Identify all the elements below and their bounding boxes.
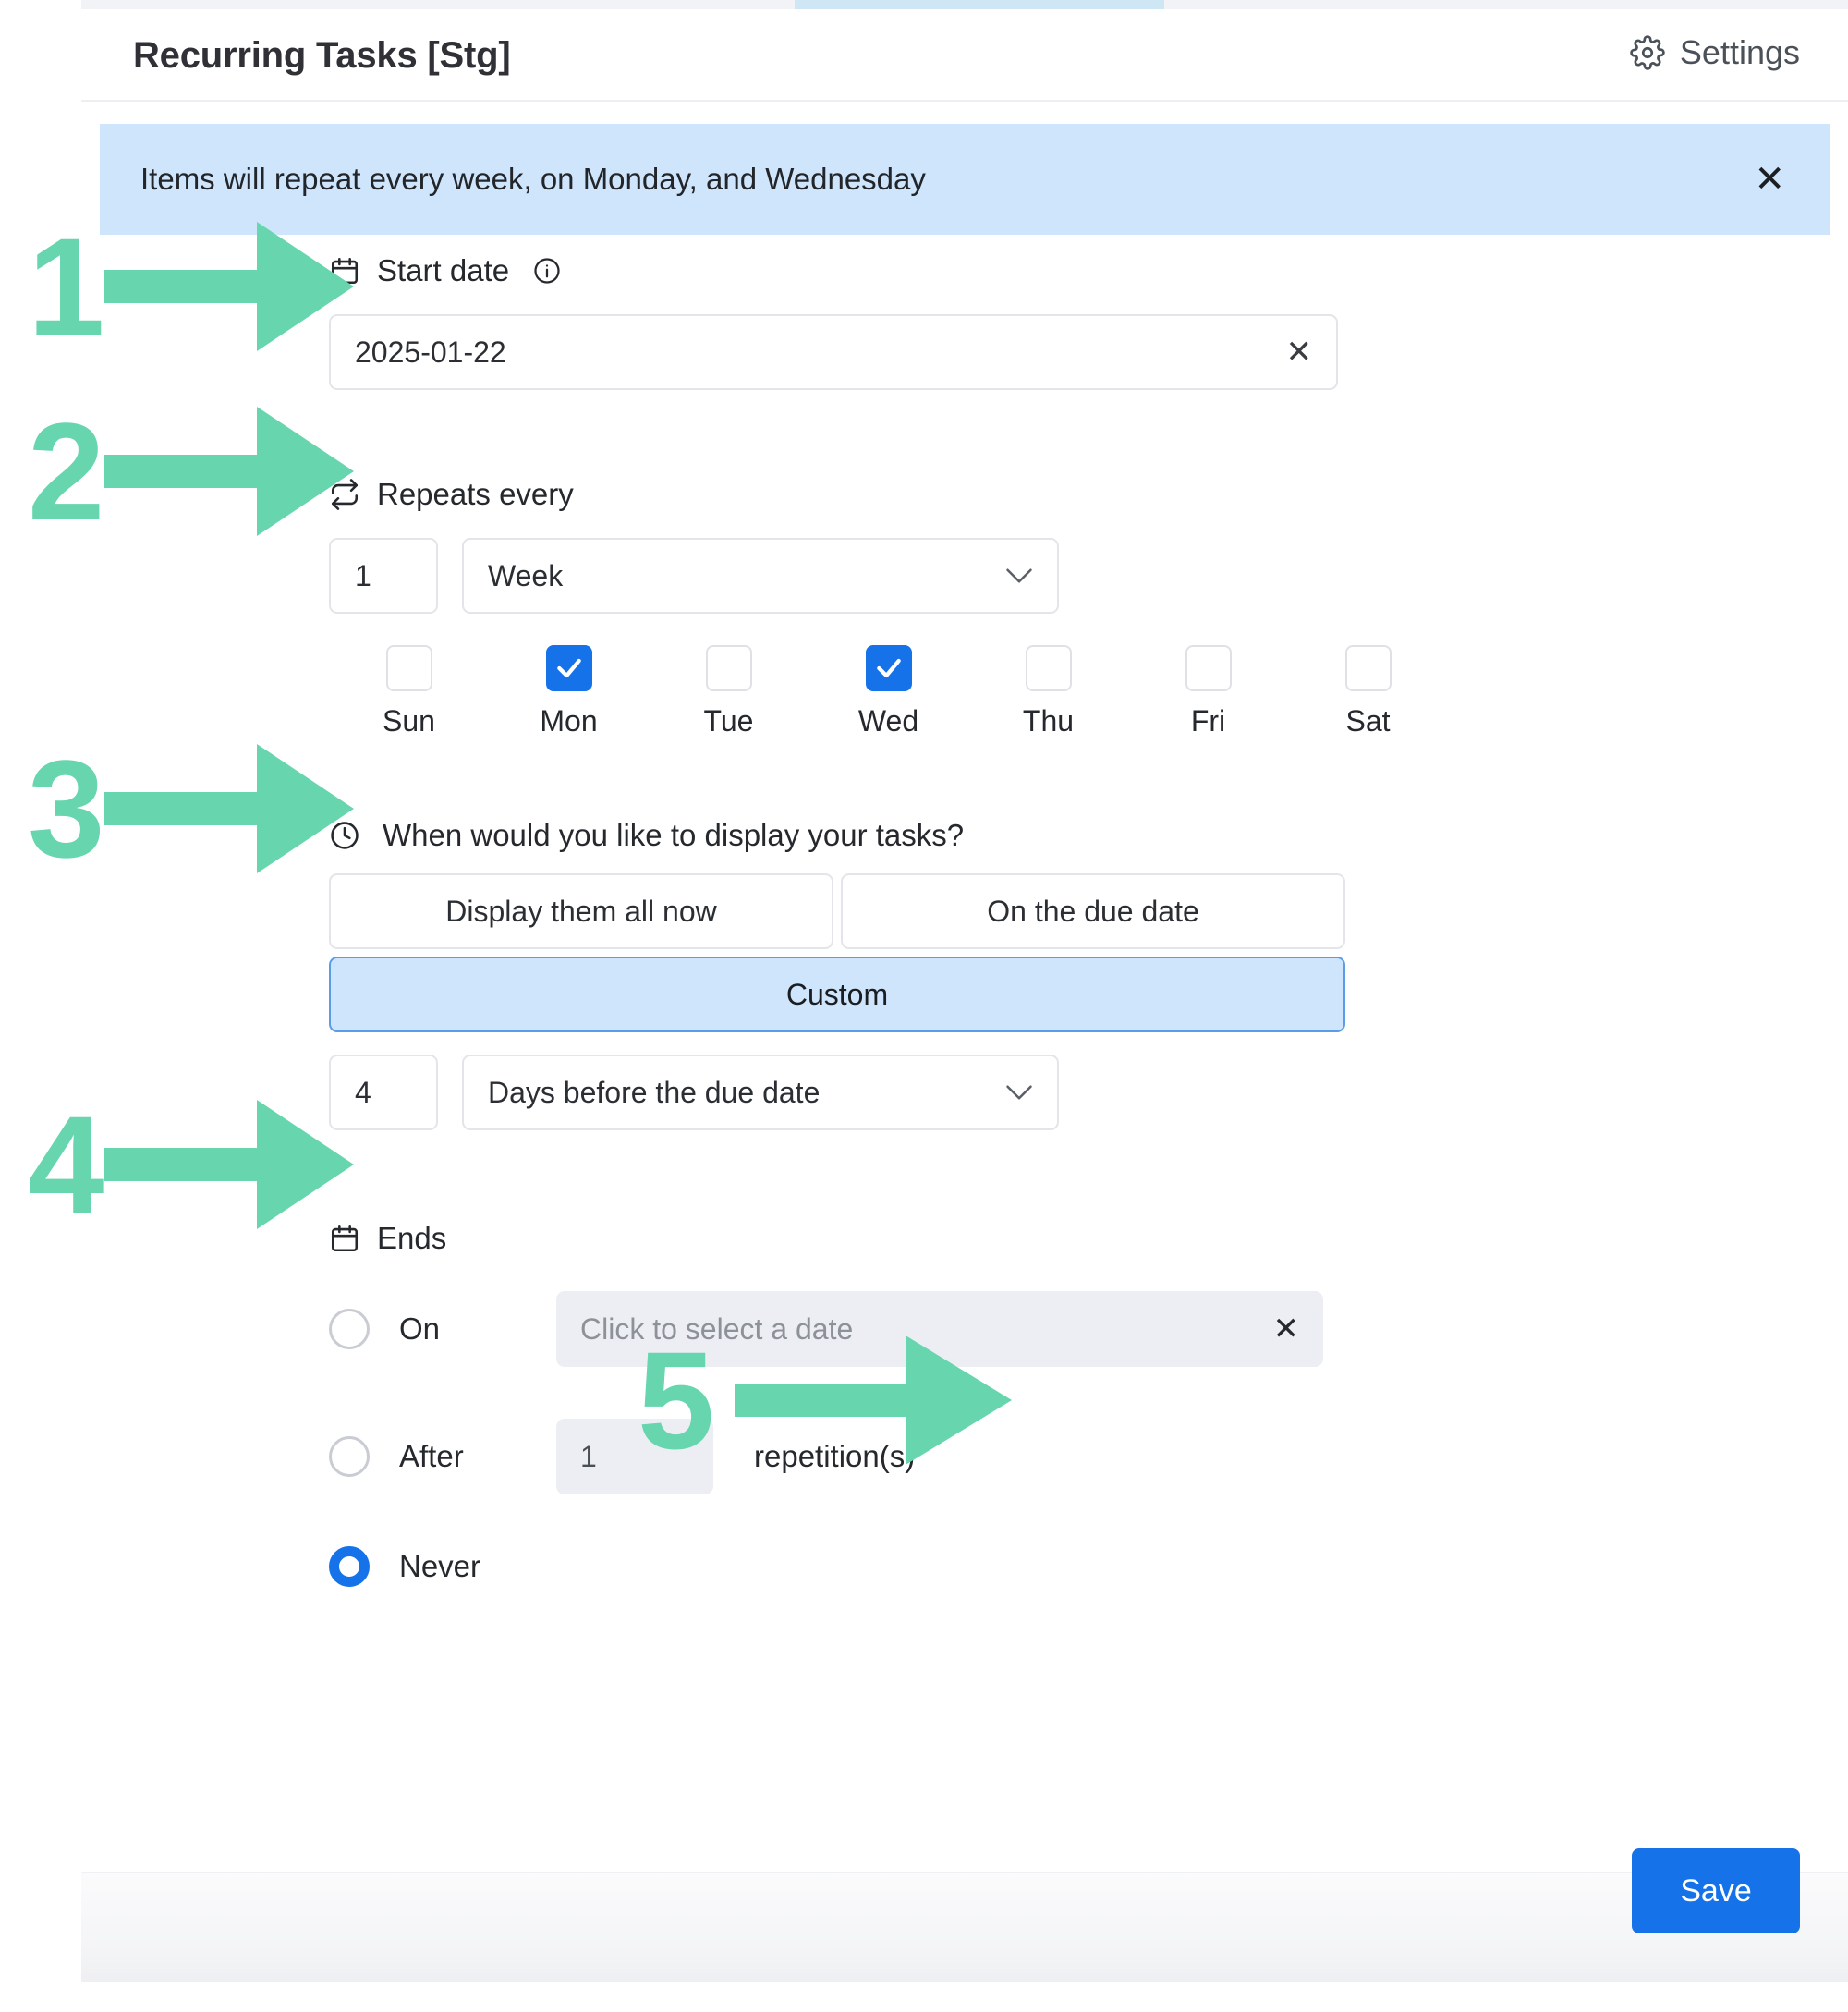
start-date-value: 2025-01-22 — [355, 335, 506, 369]
custom-offset-value: 4 — [355, 1075, 371, 1109]
weekday-label-sun: Sun — [383, 704, 435, 738]
weekday-tue[interactable]: Tue — [649, 645, 808, 738]
ends-label: Ends — [377, 1221, 447, 1255]
annotation-arrow-2 — [104, 407, 355, 536]
close-icon[interactable]: ✕ — [1750, 161, 1789, 198]
repeats-every-controls: 1 Week — [81, 538, 1848, 614]
save-button[interactable]: Save — [1632, 1848, 1800, 1933]
settings-label: Settings — [1679, 33, 1800, 71]
repeat-unit-value: Week — [488, 558, 564, 592]
weekday-mon[interactable]: Mon — [489, 645, 649, 738]
radio-ends-after[interactable] — [329, 1436, 370, 1477]
ends-after-label: After — [399, 1439, 464, 1473]
annotation-arrow-5 — [735, 1335, 1013, 1465]
annotation-number-5: 5 — [638, 1322, 715, 1478]
checkbox-sat[interactable] — [1344, 645, 1392, 691]
panel-footer — [81, 1872, 1848, 1982]
weekday-label-thu: Thu — [1022, 704, 1075, 738]
weekday-fri[interactable]: Fri — [1128, 645, 1288, 738]
weekday-label-mon: Mon — [540, 704, 598, 738]
panel-header: Recurring Tasks [Stg] Settings — [81, 9, 1848, 102]
weekday-sat[interactable]: Sat — [1288, 645, 1448, 738]
checkbox-wed[interactable] — [865, 645, 912, 691]
info-circle-icon[interactable] — [526, 257, 561, 285]
app-screenshot: Recurring Tasks [Stg] Settings Items wil… — [0, 0, 1848, 2012]
display-timing-label: When would you like to display your task… — [383, 818, 965, 852]
ends-after-count-value: 1 — [580, 1439, 597, 1473]
checkbox-sun[interactable] — [385, 645, 432, 691]
annotation-step-3: 3 — [28, 730, 355, 886]
radio-ends-never[interactable] — [329, 1546, 370, 1587]
info-banner: Items will repeat every week, on Monday,… — [100, 124, 1830, 235]
weekday-thu[interactable]: Thu — [968, 645, 1128, 738]
chevron-down-icon — [1005, 567, 1033, 584]
weekday-label-tue: Tue — [703, 704, 754, 738]
annotation-step-4: 4 — [28, 1086, 355, 1242]
start-date-label: Start date — [377, 253, 510, 287]
weekday-sun[interactable]: Sun — [329, 645, 489, 738]
active-browser-tab[interactable] — [795, 0, 1164, 9]
info-banner-message: Items will repeat every week, on Monday,… — [140, 162, 926, 196]
clear-start-date-icon[interactable]: ✕ — [1286, 334, 1313, 371]
annotation-number-2: 2 — [28, 393, 105, 549]
gear-icon — [1630, 35, 1665, 70]
radio-ends-on[interactable] — [329, 1309, 370, 1349]
display-all-now-button[interactable]: Display them all now — [329, 873, 833, 949]
checkbox-thu[interactable] — [1025, 645, 1072, 691]
checkbox-mon[interactable] — [545, 645, 592, 691]
custom-offset-unit-value: Days before the due date — [488, 1075, 821, 1109]
annotation-step-1: 1 — [28, 208, 355, 364]
weekday-label-fri: Fri — [1190, 704, 1226, 738]
checkbox-fri[interactable] — [1185, 645, 1232, 691]
start-date-input[interactable]: 2025-01-22 ✕ — [329, 314, 1338, 390]
custom-display-option[interactable]: Custom — [329, 957, 1345, 1032]
on-due-date-button[interactable]: On the due date — [841, 873, 1345, 949]
repeat-unit-select[interactable]: Week — [462, 538, 1059, 614]
annotation-step-2: 2 — [28, 393, 355, 549]
annotation-number-4: 4 — [28, 1086, 105, 1242]
custom-offset-unit-select[interactable]: Days before the due date — [462, 1055, 1059, 1130]
annotation-step-5: 5 — [638, 1322, 1013, 1478]
repeat-interval-value: 1 — [355, 558, 371, 592]
repeats-every-label: Repeats every — [377, 477, 574, 511]
annotation-arrow-3 — [104, 744, 355, 873]
ends-on-label: On — [399, 1311, 441, 1346]
ends-never-row: Never — [81, 1546, 1848, 1587]
browser-chrome-strip — [0, 0, 1848, 9]
weekday-wed[interactable]: Wed — [808, 645, 968, 738]
display-timing-options-row: Display them all now On the due date — [81, 873, 1848, 949]
annotation-number-3: 3 — [28, 730, 105, 886]
chevron-down-icon — [1005, 1084, 1033, 1101]
checkbox-tue[interactable] — [705, 645, 752, 691]
page-title: Recurring Tasks [Stg] — [133, 35, 511, 76]
weekday-label-sat: Sat — [1345, 704, 1391, 738]
annotation-arrow-4 — [104, 1100, 355, 1229]
settings-button[interactable]: Settings — [1630, 33, 1800, 72]
ends-never-label: Never — [399, 1549, 481, 1583]
clear-ends-on-date-icon[interactable]: ✕ — [1273, 1311, 1300, 1347]
annotation-arrow-1 — [104, 222, 355, 351]
weekday-checkbox-row: Sun Mon Tue Wed Thu Fri Sat — [81, 645, 1848, 738]
annotation-number-1: 1 — [28, 208, 105, 364]
weekday-label-wed: Wed — [857, 704, 919, 738]
repeat-interval-input[interactable]: 1 — [329, 538, 438, 614]
